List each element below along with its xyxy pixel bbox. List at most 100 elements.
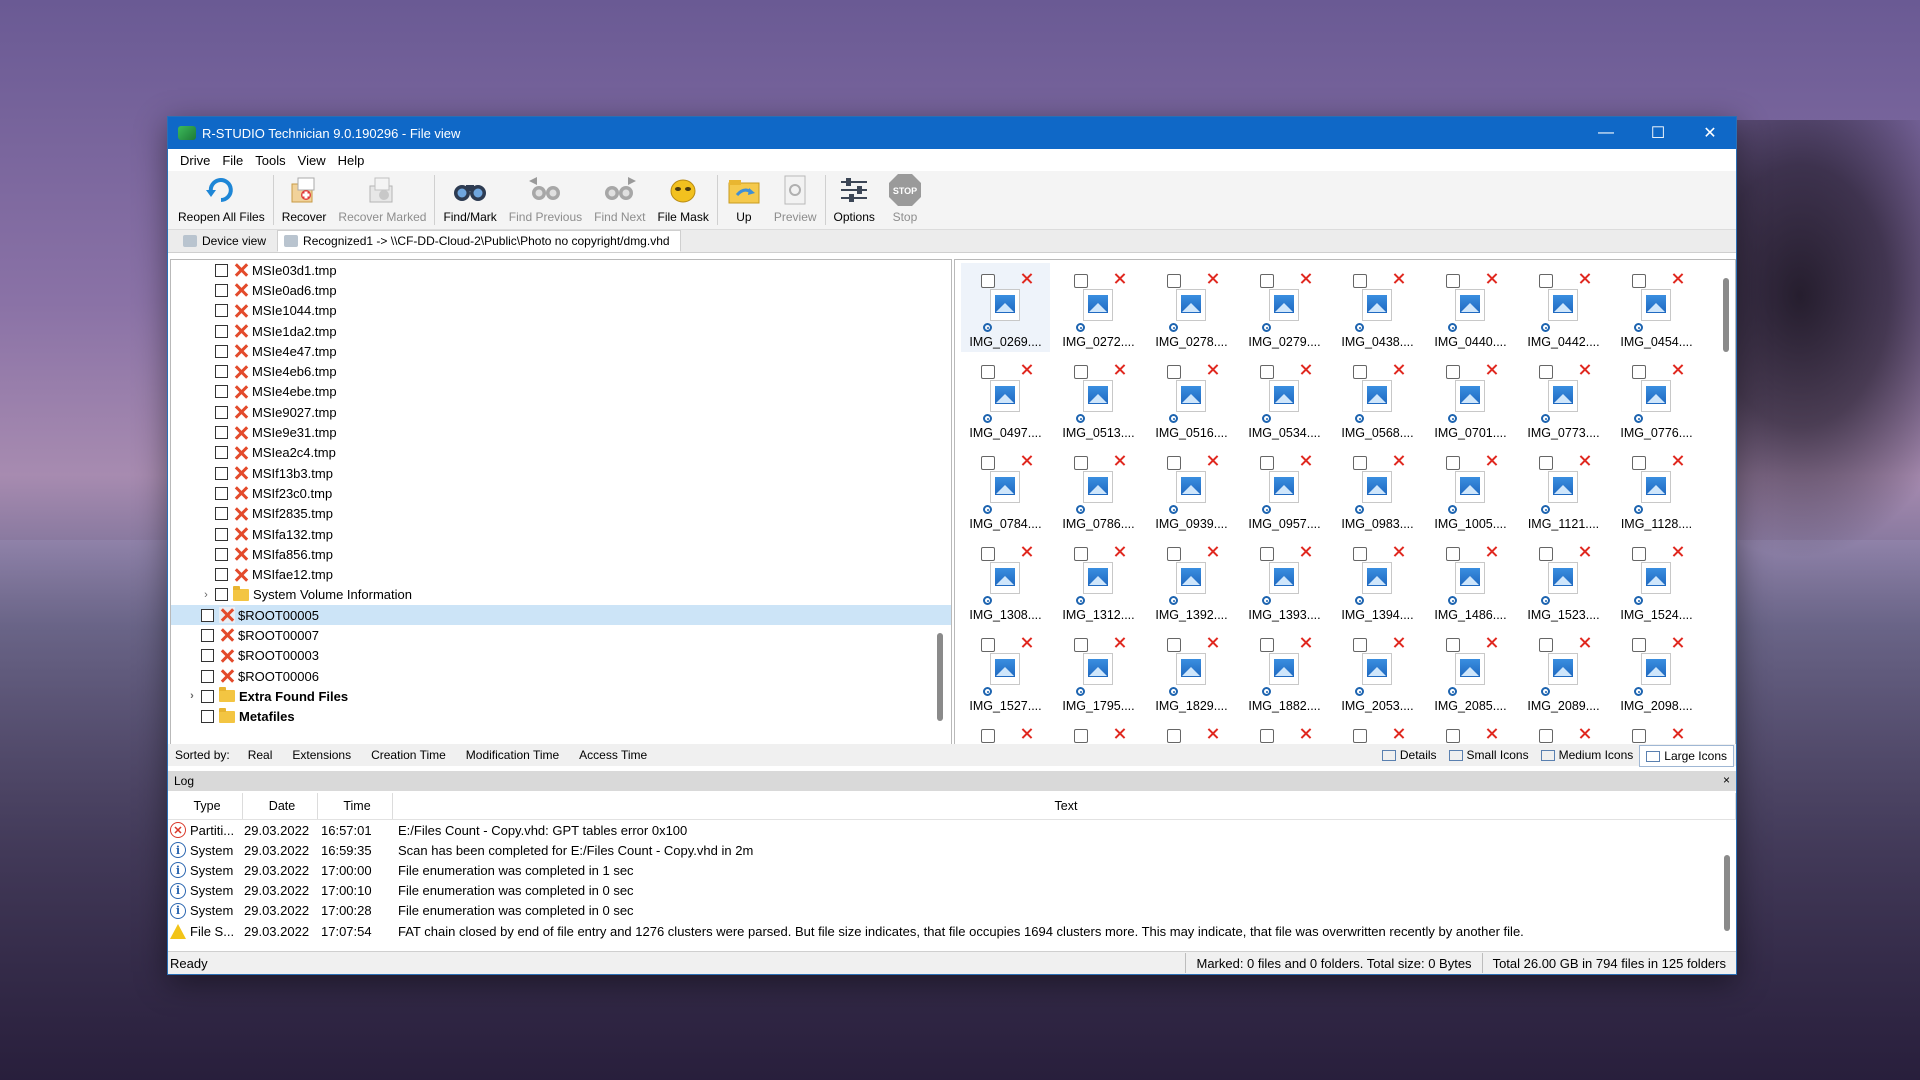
log-close-button[interactable]: ×: [1723, 773, 1730, 787]
reopen-all-files-button[interactable]: Reopen All Files: [172, 171, 271, 227]
menu-drive[interactable]: Drive: [174, 153, 216, 168]
thumbnail-checkbox[interactable]: [1446, 456, 1460, 470]
file-thumbnail[interactable]: IMG_1393....: [1240, 536, 1329, 625]
tree-item-checkbox[interactable]: [215, 263, 228, 277]
file-thumbnail[interactable]: IMG_2098....: [1612, 627, 1701, 716]
file-thumbnail[interactable]: IMG_1486....: [1426, 536, 1515, 625]
title-bar[interactable]: R-STUDIO Technician 9.0.190296 - File vi…: [168, 117, 1736, 149]
sort-extensions[interactable]: Extensions: [282, 748, 361, 762]
tree-item-checkbox[interactable]: [201, 669, 214, 683]
tree-item-checkbox[interactable]: [215, 486, 228, 500]
tree-item[interactable]: › Extra Found Files: [171, 686, 951, 706]
tree-item[interactable]: MSIe1044.tmp: [171, 301, 951, 321]
thumbnail-checkbox[interactable]: [981, 729, 995, 743]
log-col-type[interactable]: Type: [168, 793, 243, 819]
view-medium-icons-button[interactable]: Medium Icons: [1535, 745, 1640, 765]
tree-item[interactable]: $ROOT00003: [171, 646, 951, 666]
thumbnail-checkbox[interactable]: [1074, 638, 1088, 652]
file-thumbnail[interactable]: IMG_0701....: [1426, 354, 1515, 443]
thumbnail-checkbox[interactable]: [1074, 456, 1088, 470]
thumbnail-checkbox[interactable]: [1353, 547, 1367, 561]
tree-item[interactable]: MSIf13b3.tmp: [171, 463, 951, 483]
tree-item-checkbox[interactable]: [215, 324, 228, 338]
log-row[interactable]: i System 29.03.2022 16:59:35 Scan has been c…: [168, 840, 1736, 860]
expand-arrow-icon[interactable]: ›: [201, 589, 211, 601]
file-thumbnail[interactable]: IMG_1312....: [1054, 536, 1143, 625]
view-large-icons-button[interactable]: Large Icons: [1639, 745, 1734, 767]
tree-item-checkbox[interactable]: [215, 385, 228, 399]
tree-item[interactable]: MSIe4ebe.tmp: [171, 382, 951, 402]
thumbnail-checkbox[interactable]: [1539, 365, 1553, 379]
thumbnail-checkbox[interactable]: [1632, 547, 1646, 561]
up-button[interactable]: Up: [720, 171, 768, 227]
thumbnail-checkbox[interactable]: [1260, 365, 1274, 379]
sort-creation-time[interactable]: Creation Time: [361, 748, 456, 762]
tree-item[interactable]: MSIe4e47.tmp: [171, 341, 951, 361]
file-thumbnail[interactable]: IMG_1527....: [961, 627, 1050, 716]
find-next-button[interactable]: Find Next: [588, 171, 651, 227]
thumbnail-checkbox[interactable]: [1353, 729, 1367, 743]
thumbnail-checkbox[interactable]: [1539, 274, 1553, 288]
file-thumbnail[interactable]: [1147, 718, 1236, 744]
file-thumbnail[interactable]: IMG_0786....: [1054, 445, 1143, 534]
thumbnail-checkbox[interactable]: [1167, 365, 1181, 379]
file-thumbnail[interactable]: IMG_2085....: [1426, 627, 1515, 716]
log-row[interactable]: i System 29.03.2022 17:00:28 File enumeratio…: [168, 901, 1736, 921]
tree-item[interactable]: $ROOT00007: [171, 625, 951, 645]
thumbnail-checkbox[interactable]: [1260, 729, 1274, 743]
tree-item[interactable]: $ROOT00006: [171, 666, 951, 686]
thumbnail-checkbox[interactable]: [981, 456, 995, 470]
tree-item-checkbox[interactable]: [215, 466, 228, 480]
file-thumbnail[interactable]: IMG_0534....: [1240, 354, 1329, 443]
thumbnail-checkbox[interactable]: [1539, 638, 1553, 652]
thumbnail-checkbox[interactable]: [1632, 365, 1646, 379]
thumbnail-checkbox[interactable]: [1074, 365, 1088, 379]
thumbnail-checkbox[interactable]: [1446, 365, 1460, 379]
tree-item[interactable]: MSIe9027.tmp: [171, 402, 951, 422]
tree-item-checkbox[interactable]: [201, 710, 214, 724]
close-button[interactable]: ✕: [1684, 117, 1736, 149]
file-thumbnail[interactable]: IMG_0983....: [1333, 445, 1422, 534]
file-thumbnail[interactable]: IMG_1128....: [1612, 445, 1701, 534]
thumbnail-checkbox[interactable]: [1260, 547, 1274, 561]
tab-device-view[interactable]: Device view: [176, 230, 277, 252]
thumbnail-checkbox[interactable]: [981, 638, 995, 652]
thumbnail-checkbox[interactable]: [1167, 729, 1181, 743]
tree-item[interactable]: MSIea2c4.tmp: [171, 443, 951, 463]
file-thumbnail[interactable]: IMG_0568....: [1333, 354, 1422, 443]
file-thumbnail[interactable]: IMG_0438....: [1333, 263, 1422, 352]
file-thumbnail[interactable]: [961, 718, 1050, 744]
log-row[interactable]: i System 29.03.2022 17:00:10 File enumeratio…: [168, 881, 1736, 901]
file-thumbnail[interactable]: IMG_2053....: [1333, 627, 1422, 716]
log-col-time[interactable]: Time: [318, 793, 393, 819]
sort-access-time[interactable]: Access Time: [569, 748, 657, 762]
thumbnail-checkbox[interactable]: [1446, 274, 1460, 288]
thumbnail-checkbox[interactable]: [1074, 547, 1088, 561]
thumbnail-checkbox[interactable]: [1446, 638, 1460, 652]
thumbnail-checkbox[interactable]: [1632, 638, 1646, 652]
file-thumbnail[interactable]: IMG_0957....: [1240, 445, 1329, 534]
expand-arrow-icon[interactable]: ›: [187, 690, 197, 702]
thumbnail-checkbox[interactable]: [1167, 547, 1181, 561]
thumbnail-checkbox[interactable]: [1260, 274, 1274, 288]
folder-tree[interactable]: MSIe03d1.tmp MSIe0ad6.tmp MSIe1044.tmp MSIe…: [170, 259, 952, 745]
file-thumbnail[interactable]: [1426, 718, 1515, 744]
file-thumbnail[interactable]: IMG_0516....: [1147, 354, 1236, 443]
thumbnail-checkbox[interactable]: [1167, 274, 1181, 288]
thumbnail-checkbox[interactable]: [1632, 729, 1646, 743]
tree-item-checkbox[interactable]: [215, 507, 228, 521]
file-icons-view[interactable]: IMG_0269.... IMG_0272.... IMG_0278.... IMG_…: [954, 259, 1736, 745]
minimize-button[interactable]: —: [1580, 117, 1632, 149]
tree-item-checkbox[interactable]: [215, 304, 228, 318]
stop-button[interactable]: STOP Stop: [881, 171, 929, 227]
tree-item[interactable]: $ROOT00005: [171, 605, 951, 626]
find-previous-button[interactable]: Find Previous: [503, 171, 588, 227]
file-thumbnail[interactable]: IMG_0272....: [1054, 263, 1143, 352]
file-thumbnail[interactable]: IMG_0939....: [1147, 445, 1236, 534]
file-thumbnail[interactable]: IMG_0442....: [1519, 263, 1608, 352]
tree-item-checkbox[interactable]: [215, 527, 228, 541]
tree-item-checkbox[interactable]: [215, 365, 228, 379]
thumbnail-checkbox[interactable]: [1353, 274, 1367, 288]
file-thumbnail[interactable]: IMG_1523....: [1519, 536, 1608, 625]
file-thumbnail[interactable]: IMG_1005....: [1426, 445, 1515, 534]
